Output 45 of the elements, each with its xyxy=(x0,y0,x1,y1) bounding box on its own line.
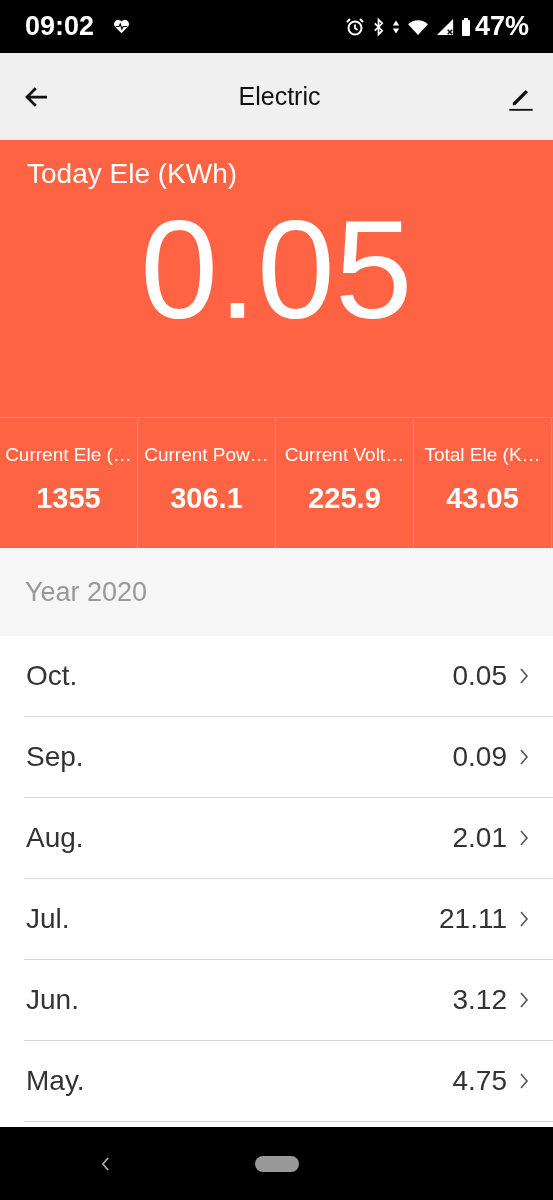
month-row[interactable]: Aug. 2.01 xyxy=(24,798,553,879)
year-heading: Year 2020 xyxy=(25,576,148,608)
chevron-icon xyxy=(519,992,529,1008)
signal-icon xyxy=(435,17,454,36)
chevron-icon xyxy=(519,749,529,765)
month-row[interactable]: May. 4.75 xyxy=(24,1041,553,1122)
stat-label: Current Pow… xyxy=(144,444,269,466)
battery-percent: 47% xyxy=(474,11,529,42)
today-label: Today Ele (KWh) xyxy=(27,158,239,190)
chevron-icon xyxy=(519,668,529,684)
heart-icon xyxy=(113,19,131,34)
stat-label: Total Ele (K… xyxy=(424,444,541,466)
alarm-icon xyxy=(344,16,365,37)
month-name: Jun. xyxy=(25,984,80,1016)
chevron-icon xyxy=(519,1073,529,1089)
month-value: 0.09 xyxy=(452,741,507,773)
chevron-icon xyxy=(519,911,529,927)
month-name: Oct. xyxy=(25,660,79,692)
page-title: Electric xyxy=(238,82,321,111)
stat-label: Current Ele (… xyxy=(5,444,132,466)
month-value: 0.05 xyxy=(452,660,507,692)
back-nav-icon[interactable] xyxy=(101,1156,110,1171)
stat-value: 43.05 xyxy=(446,482,519,515)
home-pill[interactable] xyxy=(255,1155,299,1172)
stat-value: 225.9 xyxy=(308,482,381,515)
month-row[interactable]: Oct. 0.05 xyxy=(24,636,553,717)
wifi-icon xyxy=(406,17,429,36)
stat-label: Current Volt… xyxy=(284,444,405,466)
month-row[interactable]: Jul. 21.11 xyxy=(24,879,553,960)
month-value: 21.11 xyxy=(439,903,507,935)
month-value: 4.75 xyxy=(452,1065,507,1097)
status-time: 09:02 xyxy=(25,11,95,42)
battery-icon xyxy=(460,16,471,37)
month-row[interactable]: Sep. 0.09 xyxy=(24,717,553,798)
month-name: Sep. xyxy=(25,741,85,773)
month-row[interactable]: Jun. 3.12 xyxy=(24,960,553,1041)
stat-value: 306.1 xyxy=(170,482,243,515)
today-value: 0.05 xyxy=(140,200,413,340)
month-name: Aug. xyxy=(25,822,85,854)
month-value: 2.01 xyxy=(452,822,507,854)
month-name: Jul. xyxy=(25,903,71,935)
chevron-icon xyxy=(519,830,529,846)
month-value: 3.12 xyxy=(452,984,507,1016)
month-name: May. xyxy=(25,1065,86,1097)
stat-value: 1355 xyxy=(36,482,101,515)
